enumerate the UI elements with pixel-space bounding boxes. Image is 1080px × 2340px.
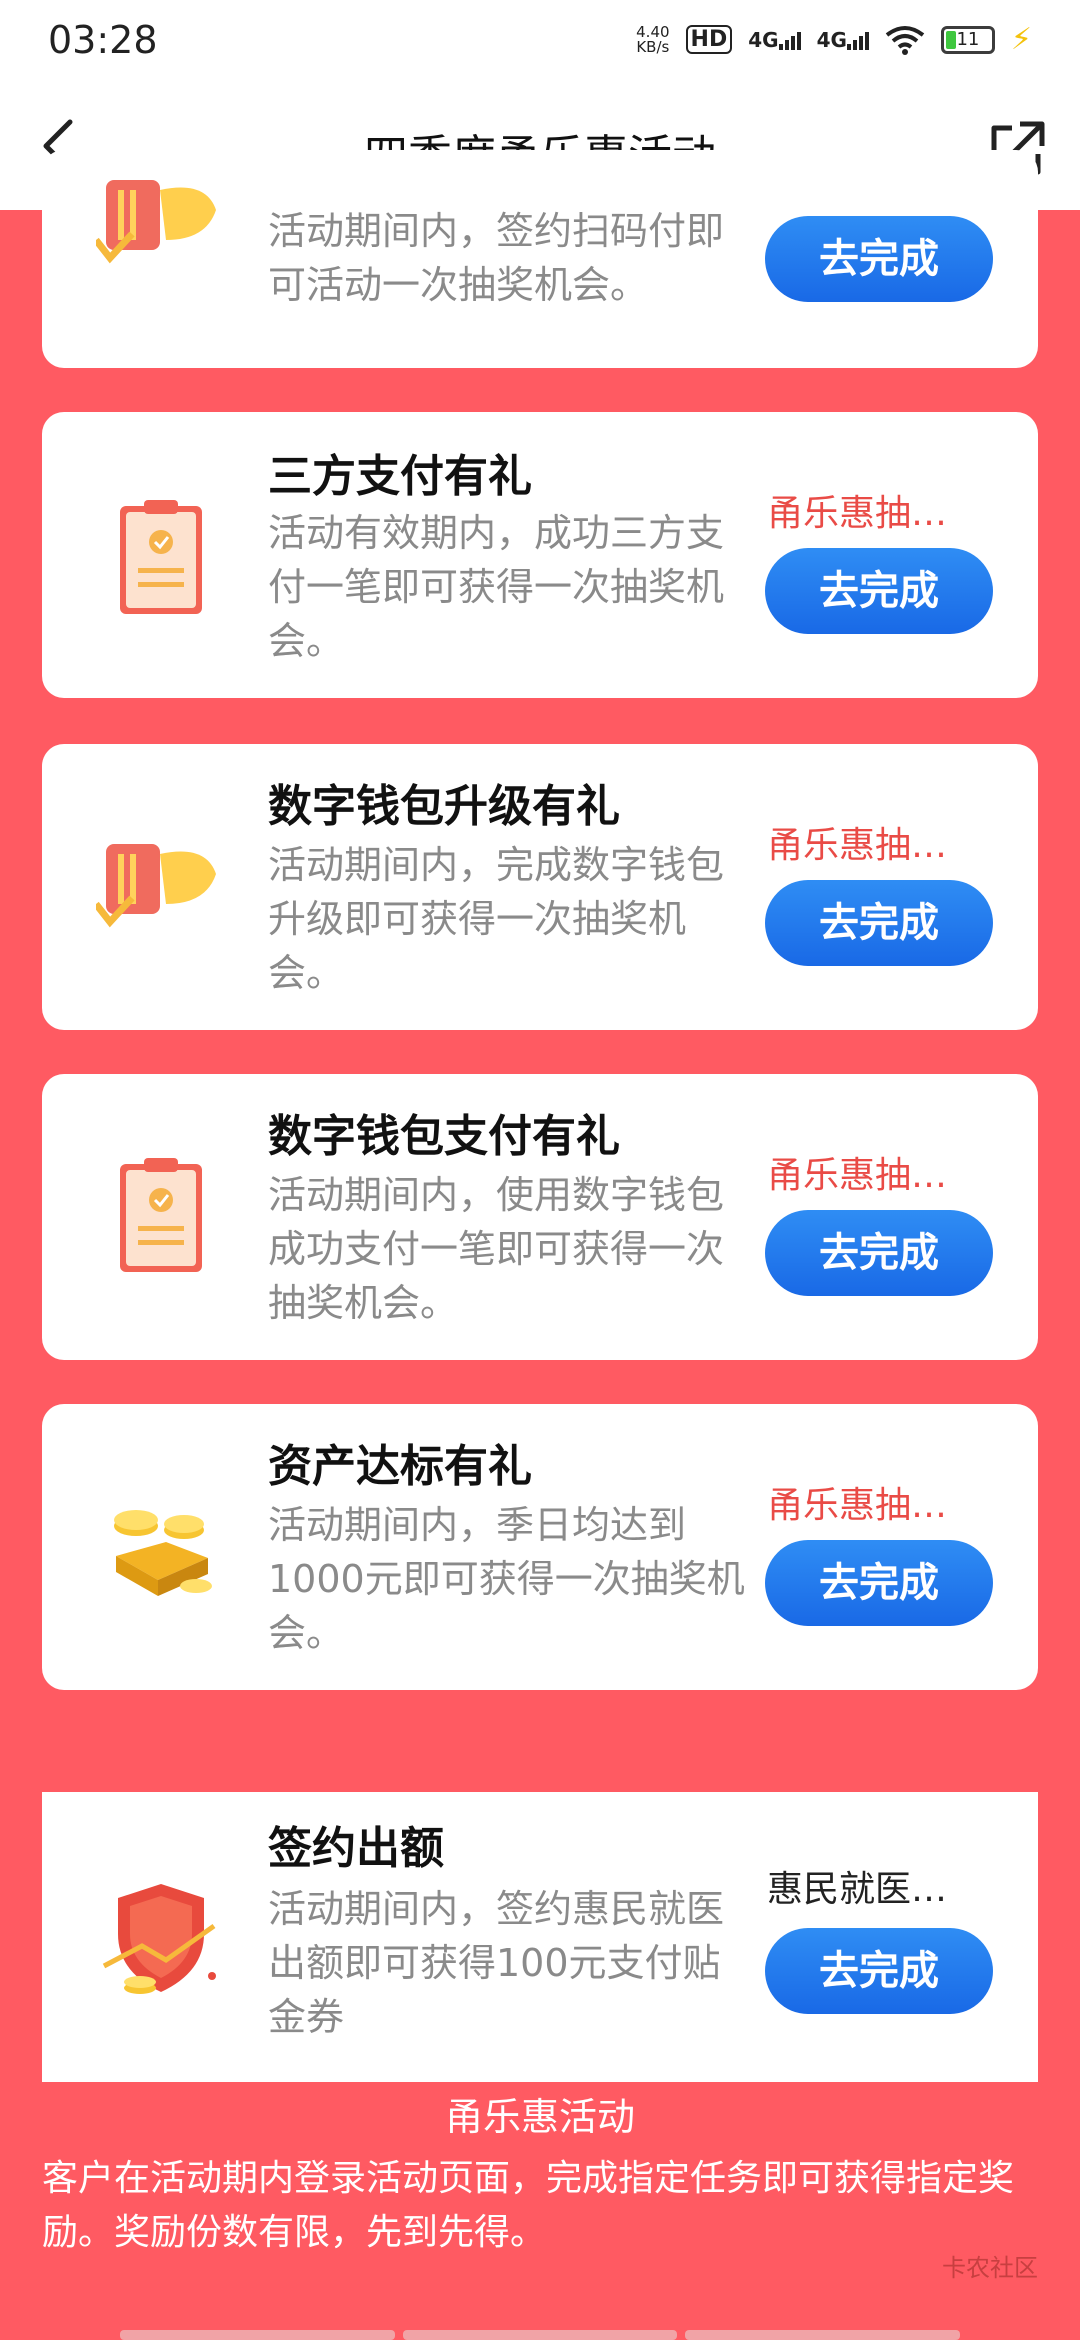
gold-coins-icon (114, 1510, 212, 1596)
complete-button[interactable]: 去完成 (765, 1210, 993, 1296)
shield-coins-icon (102, 1884, 216, 1994)
task-desc: 活动有效期内，成功三方支付一笔即可获得一次抽奖机会。 (268, 511, 725, 663)
task-title: 签约出额 (268, 1823, 444, 1874)
task-tag: 甬乐惠抽… (767, 1155, 948, 1196)
task-title: 数字钱包支付有礼 (268, 1111, 620, 1162)
task-card-wallet-upgrade: 数字钱包升级有礼 活动期间内，完成数字钱包升级即可获得一次抽奖机会。 甬乐惠抽…… (42, 744, 1038, 1030)
hd-icon: HD (685, 25, 733, 54)
activity-section-title: 甬乐惠活动 (444, 2095, 635, 2139)
task-desc: 活动期间内，签约扫码付即可活动一次抽奖机会。 (268, 209, 725, 307)
task-tag: 甬乐惠抽… (767, 493, 948, 534)
task-card-wallet-pay: 数字钱包支付有礼 活动期间内，使用数字钱包成功支付一笔即可获得一次抽奖机会。 甬… (42, 1074, 1038, 1360)
complete-button[interactable]: 去完成 (765, 216, 993, 302)
network-speed: 4.40 KB/s (636, 22, 670, 56)
task-card-asset-target: 资产达标有礼 活动期间内，季日均达到1000元即可获得一次抽奖机会。 甬乐惠抽…… (42, 1404, 1038, 1690)
task-card-sign-scan-pay: 活动期间内，签约扫码付即可活动一次抽奖机会。 去完成 (42, 150, 1038, 368)
task-title: 数字钱包升级有礼 (268, 781, 620, 832)
charging-icon: ⚡ (1010, 22, 1032, 57)
status-bar: 03:28 4.40 KB/s HD 4G 4G 11 ⚡ (0, 0, 1080, 84)
task-desc: 活动期间内，季日均达到1000元即可获得一次抽奖机会。 (268, 1503, 745, 1655)
bottom-tabs-partial (120, 2330, 961, 2340)
complete-button[interactable]: 去完成 (765, 1928, 993, 2014)
signal-icon: 4G (817, 28, 869, 52)
task-desc: 活动期间内，签约惠民就医出额即可获得100元支付贴金券 (268, 1887, 725, 2039)
wifi-icon (885, 25, 925, 55)
complete-button[interactable]: 去完成 (765, 880, 993, 966)
task-desc: 活动期间内，完成数字钱包升级即可获得一次抽奖机会。 (268, 843, 725, 995)
task-tag: 惠民就医… (767, 1869, 948, 1910)
card-coupon-icon (96, 180, 216, 264)
activity-description: 客户在活动期内登录活动页面，完成指定任务即可获得指定奖励。奖励份数有限，先到先得… (42, 2158, 1015, 2253)
watermark-logo: 卡农社区 (942, 2254, 1038, 2282)
clipboard-icon (120, 500, 202, 614)
task-card-medical-quota: 签约出额 活动期间内，签约惠民就医出额即可获得100元支付贴金券 惠民就医… 去… (42, 1792, 1038, 2082)
complete-button[interactable]: 去完成 (765, 1540, 993, 1626)
card-coupon-icon (96, 844, 216, 928)
task-tag: 甬乐惠抽… (767, 1485, 948, 1526)
task-tag: 甬乐惠抽… (767, 825, 948, 866)
task-title: 三方支付有礼 (268, 451, 532, 502)
status-time: 03:28 (48, 18, 158, 62)
battery-icon: 11 (940, 25, 995, 54)
status-icons: 4.40 KB/s HD 4G 4G 11 ⚡ (636, 22, 1032, 57)
task-title: 资产达标有礼 (268, 1441, 532, 1492)
clipboard-icon (120, 1158, 202, 1272)
task-desc: 活动期间内，使用数字钱包成功支付一笔即可获得一次抽奖机会。 (268, 1173, 725, 1325)
signal-icon: 4G (748, 28, 801, 52)
complete-button[interactable]: 去完成 (765, 548, 993, 634)
task-card-third-party-pay: 三方支付有礼 活动有效期内，成功三方支付一笔即可获得一次抽奖机会。 甬乐惠抽… … (42, 412, 1038, 698)
